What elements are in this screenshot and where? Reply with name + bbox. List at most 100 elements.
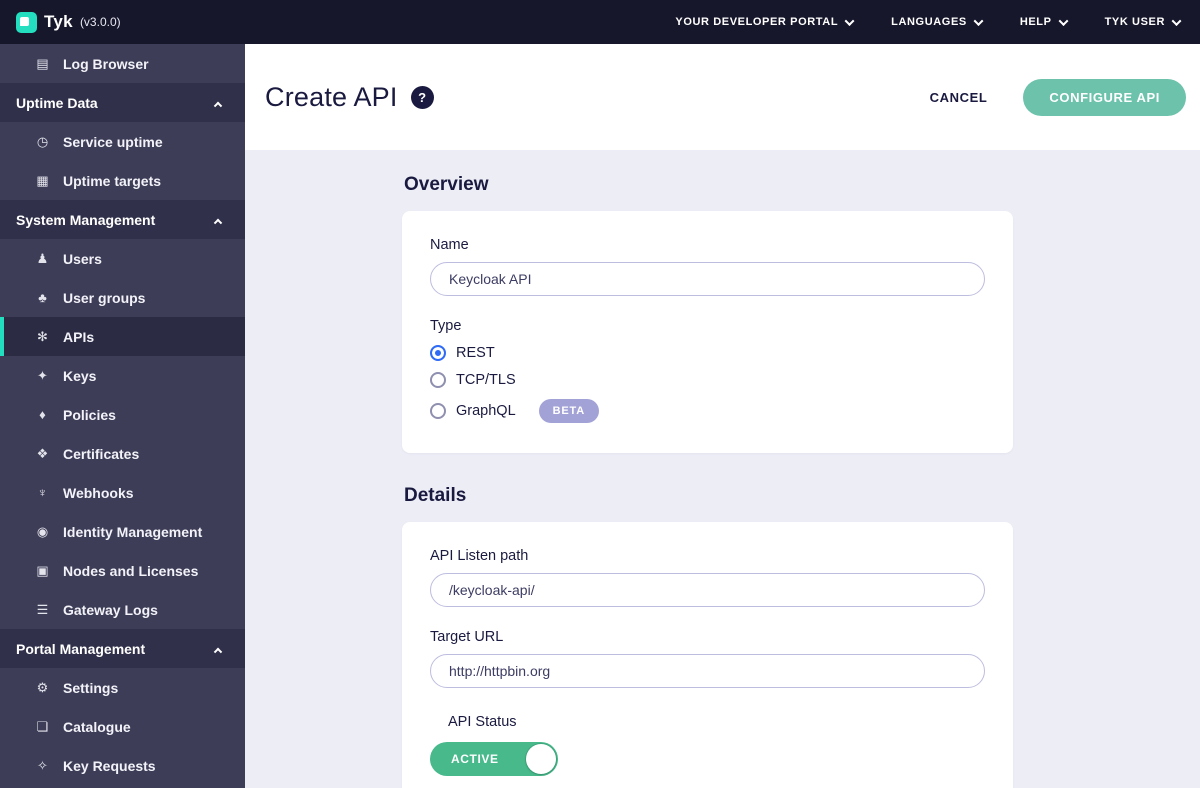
sidebar-item-label: APIs <box>63 328 95 345</box>
logo-text: Tyk <box>44 12 73 31</box>
sidebar: ▤ Log Browser Uptime Data ◷ Service upti… <box>0 44 245 788</box>
sidebar-item-catalogue[interactable]: ❏ Catalogue <box>0 707 245 746</box>
radio-option-tcp-tls[interactable]: TCP/TLS <box>430 372 985 388</box>
api-status-toggle[interactable]: ACTIVE <box>430 742 558 776</box>
radio-option-graphql[interactable]: GraphQL BETA <box>430 399 985 423</box>
toggle-state-label: ACTIVE <box>451 752 499 766</box>
cancel-button[interactable]: CANCEL <box>930 90 988 105</box>
catalogue-icon: ❏ <box>36 718 49 734</box>
sidebar-item-gateway-logs[interactable]: ☰ Gateway Logs <box>0 590 245 629</box>
policies-icon: ♦ <box>39 407 46 422</box>
api-status-label: API Status <box>448 714 517 730</box>
api-name-input[interactable] <box>430 262 985 296</box>
radio-label: GraphQL <box>456 403 516 419</box>
sidebar-item-settings[interactable]: ⚙ Settings <box>0 668 245 707</box>
configure-api-button[interactable]: CONFIGURE API <box>1023 78 1186 116</box>
form-content: Overview Name Type REST TCP/TLS GraphQL … <box>402 150 1013 788</box>
sidebar-section-uptime-data[interactable]: Uptime Data <box>0 83 245 122</box>
header-actions: CANCEL CONFIGURE API <box>930 78 1186 116</box>
sidebar-item-label: User groups <box>63 289 146 306</box>
sidebar-section-portal-management[interactable]: Portal Management <box>0 629 245 668</box>
sidebar-item-uptime-targets[interactable]: ▦ Uptime targets <box>0 161 245 200</box>
radio-label: REST <box>456 345 495 361</box>
sidebar-item-log-browser[interactable]: ▤ Log Browser <box>0 44 245 83</box>
toggle-knob[interactable] <box>526 744 556 774</box>
tcp-tls-radio-icon[interactable] <box>430 372 446 388</box>
chevron-up-icon <box>213 647 223 656</box>
help-icon[interactable]: ? <box>410 85 434 109</box>
sidebar-item-key-requests[interactable]: ✧ Key Requests <box>0 746 245 785</box>
key-requests-icon: ✧ <box>37 757 48 773</box>
sidebar-item-keys[interactable]: ✦ Keys <box>0 356 245 395</box>
menu-tyk-user[interactable]: TYK USER <box>1104 15 1182 28</box>
menu-label: HELP <box>1019 16 1052 28</box>
sidebar-item-label: Policies <box>63 406 116 423</box>
nodes-licenses-icon: ▣ <box>36 562 49 578</box>
gateway-logs-icon: ☰ <box>36 601 49 617</box>
sidebar-item-label: Catalogue <box>63 718 131 735</box>
sidebar-section-label: Portal Management <box>16 640 146 657</box>
sidebar-item-service-uptime[interactable]: ◷ Service uptime <box>0 122 245 161</box>
sidebar-item-label: Users <box>63 250 102 267</box>
menu-label: LANGUAGES <box>891 16 967 28</box>
sidebar-section-label: Uptime Data <box>16 94 98 111</box>
name-label: Name <box>430 237 469 253</box>
menu-developer-portal[interactable]: YOUR DEVELOPER PORTAL <box>675 15 855 28</box>
overview-card: Name Type REST TCP/TLS GraphQL BETA <box>402 211 1013 453</box>
sidebar-item-apis[interactable]: ✻ APIs <box>0 317 245 356</box>
main-content: Create API ? CANCEL CONFIGURE API Overvi… <box>245 44 1200 788</box>
service-uptime-icon: ◷ <box>36 133 49 149</box>
radio-label: TCP/TLS <box>456 372 516 388</box>
chevron-down-icon <box>973 15 984 26</box>
type-label: Type <box>430 318 462 334</box>
log-browser-icon: ▤ <box>36 55 49 71</box>
users-icon: ♟ <box>36 250 49 266</box>
sidebar-item-policies[interactable]: ♦ Policies <box>0 395 245 434</box>
sidebar-item-label: Log Browser <box>63 55 149 72</box>
page-title: Create API <box>265 81 398 112</box>
topbar: Tyk (v3.0.0) YOUR DEVELOPER PORTAL LANGU… <box>0 0 1200 44</box>
user-groups-icon: ♣ <box>38 290 47 305</box>
identity-management-icon: ◉ <box>36 523 49 539</box>
overview-heading: Overview <box>404 174 489 195</box>
topbar-menus: YOUR DEVELOPER PORTAL LANGUAGES HELP TYK… <box>675 15 1182 28</box>
radio-option-rest[interactable]: REST <box>430 345 985 361</box>
menu-label: YOUR DEVELOPER PORTAL <box>675 16 839 28</box>
rest-radio-icon[interactable] <box>430 345 446 361</box>
sidebar-item-label: Identity Management <box>63 523 203 540</box>
sidebar-item-label: Certificates <box>63 445 140 462</box>
webhooks-icon: ♆ <box>37 485 48 500</box>
target-url-input[interactable] <box>430 654 985 688</box>
sidebar-item-users[interactable]: ♟ Users <box>0 239 245 278</box>
sidebar-item-label: Gateway Logs <box>63 601 158 618</box>
chevron-up-icon <box>213 218 223 227</box>
chevron-down-icon <box>844 15 855 26</box>
sidebar-item-identity-management[interactable]: ◉ Identity Management <box>0 512 245 551</box>
version-label: (v3.0.0) <box>79 15 121 29</box>
beta-badge: BETA <box>538 399 599 423</box>
sidebar-item-label: Settings <box>63 679 119 696</box>
graphql-radio-icon[interactable] <box>430 403 446 419</box>
chevron-down-icon <box>1058 15 1069 26</box>
menu-label: TYK USER <box>1104 16 1165 28</box>
sidebar-section-system-management[interactable]: System Management <box>0 200 245 239</box>
tyk-logo-icon <box>16 11 37 33</box>
sidebar-item-certificates[interactable]: ❖ Certificates <box>0 434 245 473</box>
listen-path-input[interactable] <box>430 573 985 607</box>
page-header: Create API ? CANCEL CONFIGURE API <box>245 44 1200 150</box>
sidebar-item-label: Service uptime <box>63 133 163 150</box>
listen-path-label: API Listen path <box>430 548 529 564</box>
sidebar-item-label: Key Requests <box>63 757 156 774</box>
chevron-up-icon <box>213 101 223 110</box>
chevron-down-icon <box>1171 15 1182 26</box>
tyk-logo[interactable]: Tyk (v3.0.0) <box>16 11 121 33</box>
sidebar-item-user-groups[interactable]: ♣ User groups <box>0 278 245 317</box>
apis-icon: ✻ <box>37 328 48 344</box>
menu-languages[interactable]: LANGUAGES <box>891 15 984 28</box>
sidebar-item-webhooks[interactable]: ♆ Webhooks <box>0 473 245 512</box>
sidebar-section-label: System Management <box>16 211 156 228</box>
sidebar-item-nodes-licenses[interactable]: ▣ Nodes and Licenses <box>0 551 245 590</box>
uptime-targets-icon: ▦ <box>36 172 49 188</box>
menu-help[interactable]: HELP <box>1019 15 1069 28</box>
sidebar-item-label: Webhooks <box>63 484 134 501</box>
